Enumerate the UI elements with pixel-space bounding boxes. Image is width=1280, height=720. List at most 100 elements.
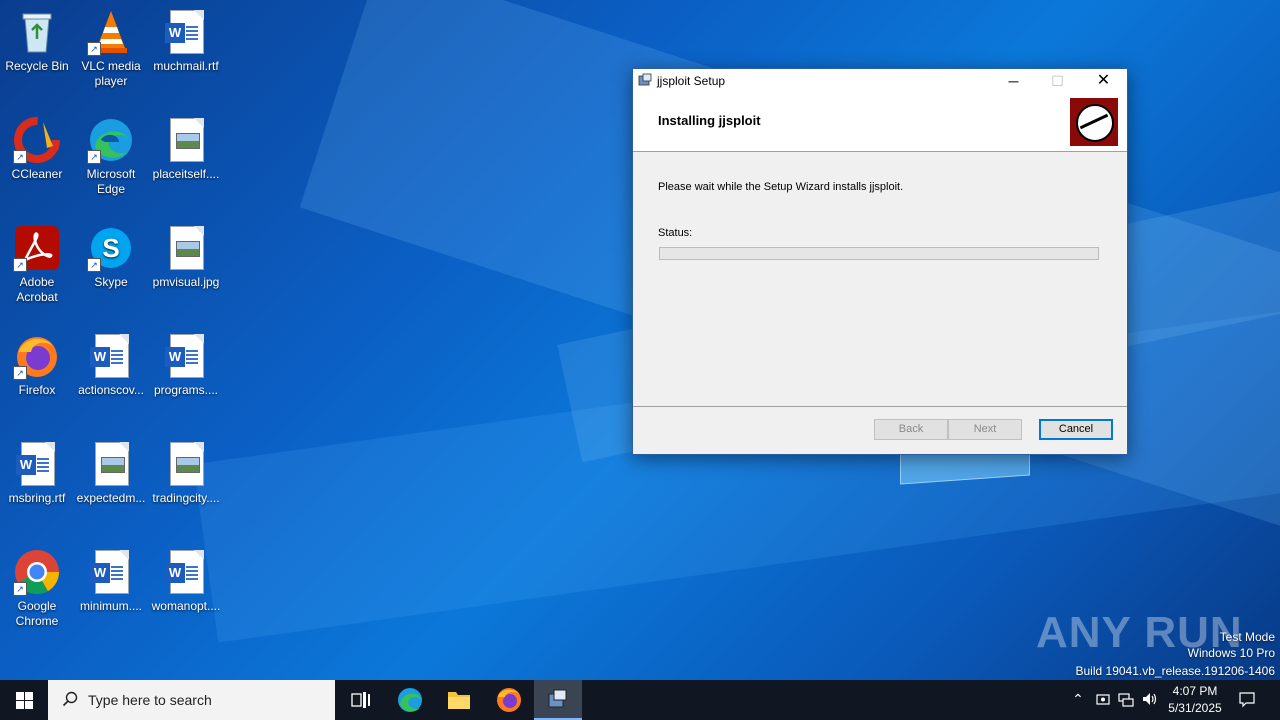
icon-label: muchmail.rtf	[153, 59, 219, 73]
desktop-icon-expectedm[interactable]: expectedm...	[74, 440, 148, 506]
vlc-icon: ↗	[87, 8, 135, 56]
taskbar-search-box[interactable]: Type here to search	[48, 680, 335, 720]
status-label: Status:	[658, 227, 693, 239]
maximize-button: ☐	[1051, 73, 1064, 89]
window-titlebar[interactable]: jjsploit Setup ─ ☐ ✕	[633, 69, 1127, 93]
desktop-icon-skype[interactable]: S ↗ Skype	[74, 224, 148, 290]
installer-icon	[548, 689, 567, 708]
desktop-icon-tradingcity[interactable]: tradingcity....	[149, 440, 223, 506]
task-view-icon	[351, 692, 370, 708]
recycle-bin-icon	[13, 8, 61, 56]
image-file-icon	[162, 224, 210, 272]
icon-label: actionscov...	[78, 383, 144, 397]
desktop-icon-edge[interactable]: ↗ Microsoft Edge	[74, 116, 148, 197]
word-doc-icon: W	[87, 548, 135, 596]
task-view-button[interactable]	[336, 680, 384, 720]
clock-time: 4:07 PM	[1172, 684, 1218, 698]
icon-label: VLC media player	[81, 59, 141, 88]
desktop-icon-vlc[interactable]: ↗ VLC media player	[74, 8, 148, 89]
acrobat-icon: ↗	[13, 224, 61, 272]
minimize-button[interactable]: ─	[991, 69, 1036, 93]
wizard-description: Please wait while the Setup Wizard insta…	[658, 181, 904, 193]
desktop-icon-muchmail[interactable]: W muchmail.rtf	[149, 8, 223, 74]
svg-text:S: S	[102, 233, 119, 263]
desktop-icon-msbring[interactable]: W msbring.rtf	[0, 440, 74, 506]
icon-label: Google Chrome	[15, 599, 59, 628]
skype-icon: S ↗	[87, 224, 135, 272]
jjsploit-logo-icon	[1070, 98, 1118, 146]
edge-icon: ↗	[87, 116, 135, 164]
image-file-icon	[87, 440, 135, 488]
folder-icon	[448, 692, 470, 709]
icon-label: Adobe Acrobat	[16, 275, 58, 304]
next-button[interactable]: Next	[948, 419, 1022, 440]
setup-window: jjsploit Setup ─ ☐ ✕ Installing jjsploit…	[632, 68, 1128, 455]
installer-icon	[638, 73, 652, 87]
icon-label: Recycle Bin	[5, 59, 69, 73]
icon-label: pmvisual.jpg	[152, 275, 220, 289]
word-doc-icon: W	[13, 440, 61, 488]
word-doc-icon: W	[162, 548, 210, 596]
icon-label: CCleaner	[11, 167, 63, 181]
icon-label: placeitself....	[152, 167, 220, 181]
desktop-icon-programs[interactable]: W programs....	[149, 332, 223, 398]
firefox-icon: ↗	[13, 332, 61, 380]
shortcut-arrow-icon: ↗	[13, 150, 27, 164]
desktop-icon-chrome[interactable]: ↗ Google Chrome	[0, 548, 74, 629]
chrome-icon: ↗	[13, 548, 61, 596]
close-button[interactable]: ✕	[1081, 69, 1126, 93]
test-mode-text: Test Mode	[1219, 630, 1275, 644]
start-button[interactable]	[0, 680, 48, 720]
taskbar-firefox[interactable]	[485, 680, 533, 720]
desktop-icon-recycle-bin[interactable]: Recycle Bin	[0, 8, 74, 74]
desktop-icon-womanopt[interactable]: W womanopt....	[149, 548, 223, 614]
icon-label: tradingcity....	[152, 491, 220, 505]
desktop-icon-minimum[interactable]: W minimum....	[74, 548, 148, 614]
desktop-icon-acrobat[interactable]: ↗ Adobe Acrobat	[0, 224, 74, 305]
image-file-icon	[162, 116, 210, 164]
show-hidden-icons-chevron-icon[interactable]: ⌃	[1069, 690, 1087, 708]
notifications-icon[interactable]	[1238, 690, 1256, 708]
install-progress-bar	[659, 247, 1099, 260]
shortcut-arrow-icon: ↗	[87, 42, 101, 56]
back-button[interactable]: Back	[874, 419, 948, 440]
taskbar-file-explorer[interactable]	[435, 680, 483, 720]
desktop-icon-firefox[interactable]: ↗ Firefox	[0, 332, 74, 398]
volume-icon[interactable]	[1141, 690, 1159, 708]
edge-icon	[398, 688, 422, 712]
icon-label: Microsoft Edge	[86, 167, 136, 196]
desktop-icon-placeitself[interactable]: placeitself....	[149, 116, 223, 182]
taskbar-jjsploit-setup[interactable]	[534, 680, 582, 720]
word-doc-icon: W	[162, 8, 210, 56]
network-icon[interactable]	[1117, 690, 1135, 708]
desktop-icon-actionscov[interactable]: W actionscov...	[74, 332, 148, 398]
system-clock[interactable]: 4:07 PM 5/31/2025	[1160, 683, 1230, 717]
shortcut-arrow-icon: ↗	[87, 258, 101, 272]
icon-label: programs....	[153, 383, 219, 397]
image-file-icon	[162, 440, 210, 488]
search-placeholder: Type here to search	[88, 692, 212, 708]
footer-divider	[633, 406, 1127, 407]
desktop-icon-pmvisual[interactable]: pmvisual.jpg	[149, 224, 223, 290]
wizard-heading: Installing jjsploit	[658, 113, 761, 128]
icon-label: msbring.rtf	[8, 491, 66, 505]
taskbar-edge[interactable]	[386, 680, 434, 720]
build-text: Build 19041.vb_release.191206-1406	[1075, 664, 1276, 678]
shortcut-arrow-icon: ↗	[87, 150, 101, 164]
cancel-button[interactable]: Cancel	[1039, 419, 1113, 440]
windows-logo-icon	[16, 692, 24, 700]
meet-now-icon[interactable]	[1094, 690, 1112, 708]
clock-date: 5/31/2025	[1168, 701, 1222, 715]
icon-label: womanopt....	[151, 599, 221, 613]
word-doc-icon: W	[87, 332, 135, 380]
wizard-header: Installing jjsploit	[633, 93, 1127, 152]
search-icon	[62, 691, 78, 707]
taskbar: Type here to search ⌃ 4:07 PM 5/31/2025	[0, 680, 1280, 720]
icon-label: expectedm...	[76, 491, 146, 505]
ccleaner-icon: ↗	[13, 116, 61, 164]
desktop-icon-ccleaner[interactable]: ↗ CCleaner	[0, 116, 74, 182]
windows-edition-text: Windows 10 Pro	[1187, 646, 1275, 660]
icon-label: Skype	[94, 275, 128, 289]
icon-label: minimum....	[79, 599, 142, 613]
shortcut-arrow-icon: ↗	[13, 582, 27, 596]
